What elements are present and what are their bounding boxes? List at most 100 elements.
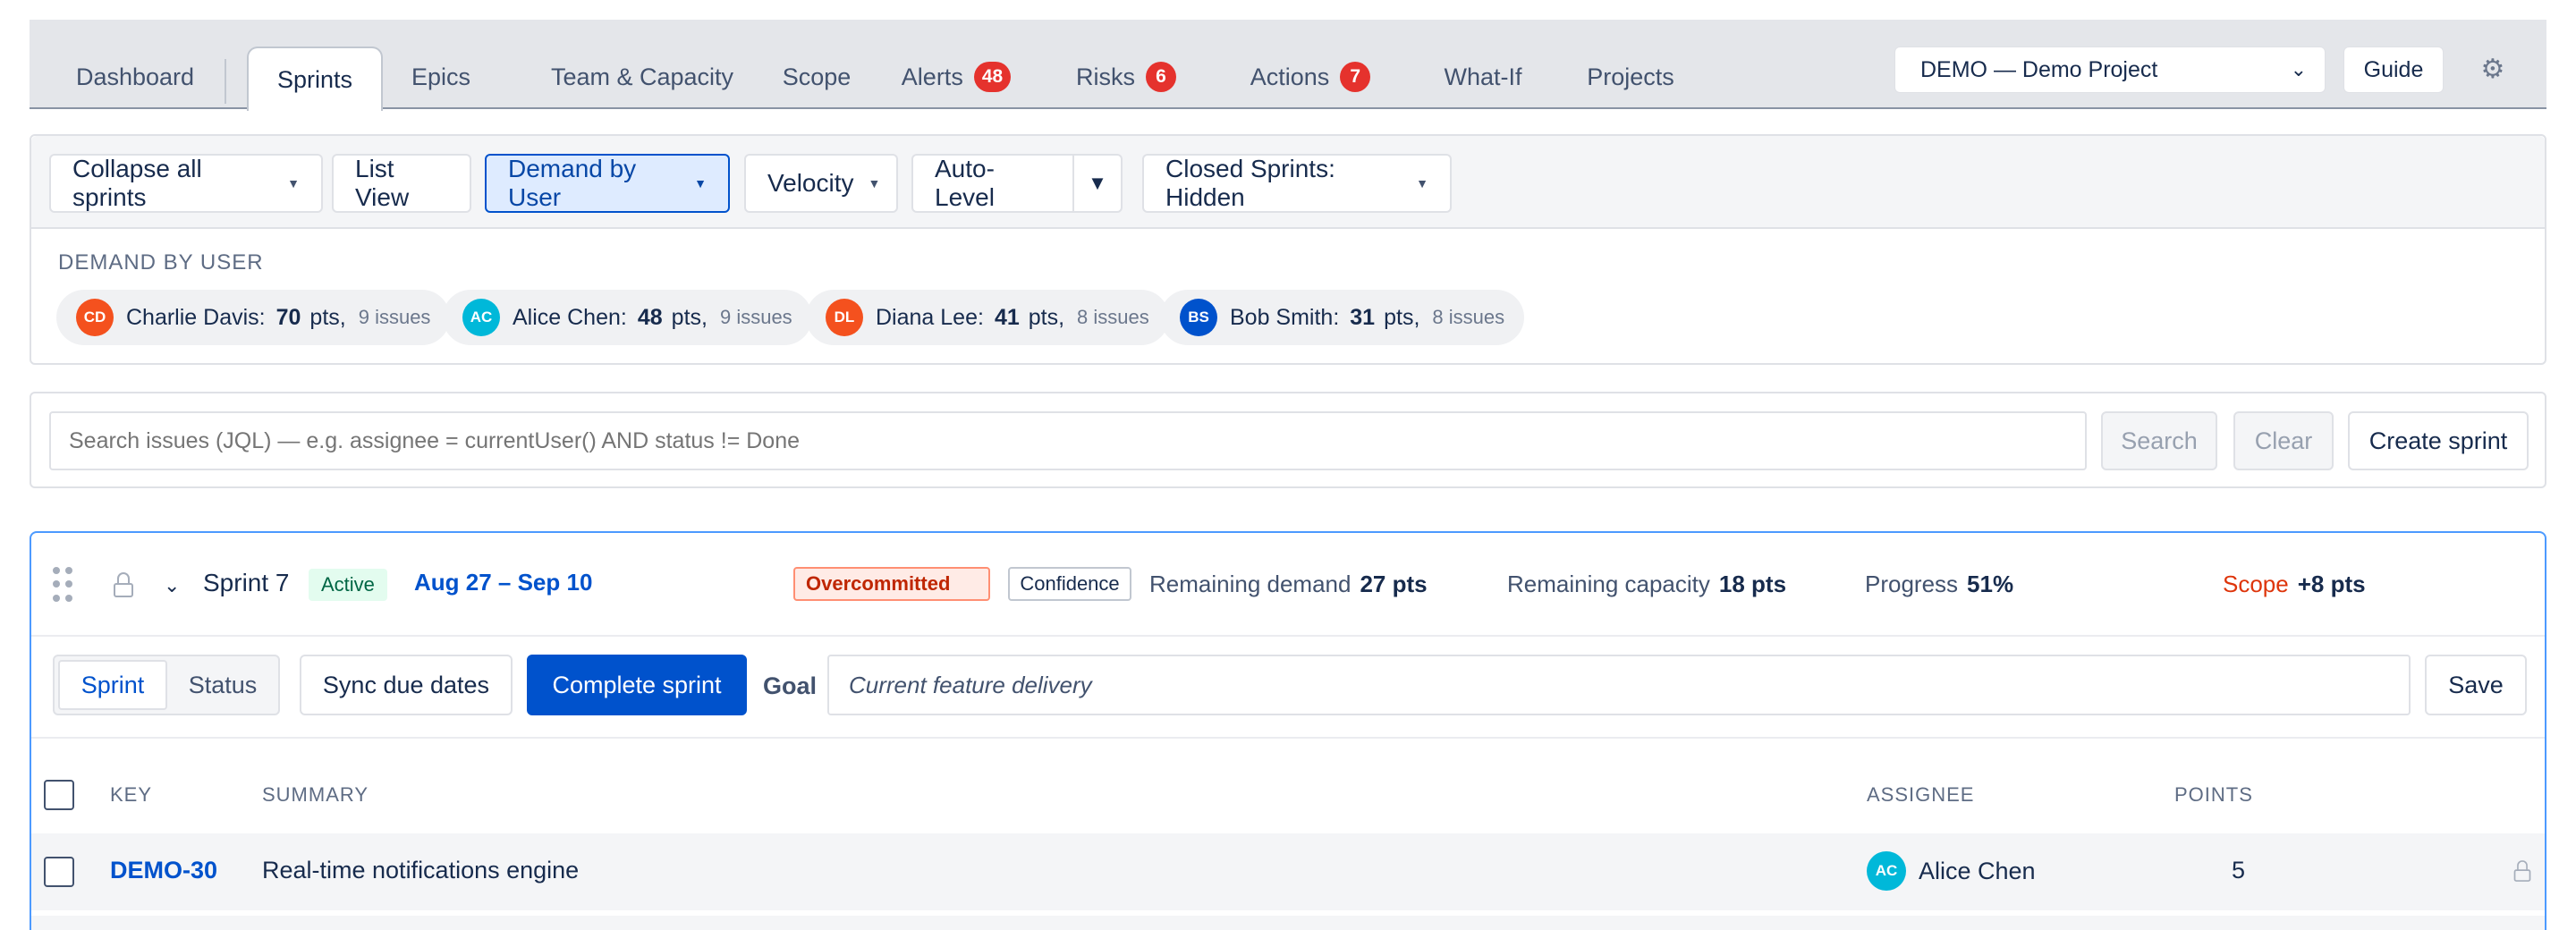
jql-search-input[interactable]: [49, 411, 2087, 470]
sync-label: Sync due dates: [322, 671, 490, 698]
user-name: Diana Lee:: [876, 304, 984, 330]
avatar: DL: [826, 299, 863, 336]
metric-label: Remaining capacity: [1507, 571, 1710, 597]
sync-due-dates-button[interactable]: Sync due dates: [300, 655, 513, 715]
guide-button[interactable]: Guide: [2343, 46, 2444, 93]
drag-handle-icon[interactable]: [53, 567, 72, 603]
issue-summary: Real-time notifications engine: [262, 857, 580, 884]
closed-sprints-dropdown[interactable]: Closed Sprints: Hidden ▼: [1142, 154, 1452, 213]
tab-risks[interactable]: Risks 6: [1055, 46, 1198, 107]
create-sprint-button[interactable]: Create sprint: [2348, 411, 2529, 470]
clear-button[interactable]: Clear: [2233, 411, 2334, 470]
gear-icon[interactable]: ⚙: [2476, 52, 2510, 86]
alerts-count-badge: 48: [973, 62, 1012, 92]
user-name: Alice Chen:: [513, 304, 627, 330]
list-view-button[interactable]: List View: [332, 154, 471, 213]
metric-value: 18 pts: [1718, 571, 1787, 597]
user-points: 31: [1350, 304, 1376, 330]
issue-assignee[interactable]: AC Alice Chen: [1867, 851, 2036, 891]
project-select[interactable]: DEMO — Demo Project ⌄: [1894, 46, 2326, 93]
guide-label: Guide: [2363, 56, 2424, 82]
sprint-view-option[interactable]: Sprint: [58, 660, 167, 710]
select-all-checkbox[interactable]: [44, 780, 74, 810]
user-points: 48: [637, 304, 663, 330]
metric-value: 27 pts: [1360, 571, 1428, 597]
confidence-button[interactable]: Confidence: [1008, 567, 1131, 601]
table-row[interactable]: DEMO-30 Real-time notifications engine A…: [31, 833, 2545, 910]
search-button[interactable]: Search: [2101, 411, 2217, 470]
tab-label: Scope: [782, 63, 852, 90]
tab-sprints[interactable]: Sprints: [247, 46, 383, 111]
user-name: Charlie Davis:: [126, 304, 266, 330]
row-checkbox[interactable]: [44, 857, 74, 887]
list-view-label: List View: [355, 155, 410, 211]
tab-divider: [225, 59, 226, 104]
user-demand-chip: AC Alice Chen: 48 pts, 9 issues: [443, 290, 812, 345]
lock-icon[interactable]: [2513, 860, 2531, 882]
tab-label: Dashboard: [75, 63, 195, 90]
save-label: Save: [2448, 671, 2504, 698]
lock-icon[interactable]: [114, 572, 133, 597]
closed-sprints-label: Closed Sprints: Hidden: [1165, 155, 1335, 211]
table-row[interactable]: [31, 916, 2545, 930]
actions-count-badge: 7: [1340, 62, 1371, 92]
metric-label: Progress: [1865, 571, 1959, 597]
save-goal-button[interactable]: Save: [2425, 655, 2527, 715]
caret-down-icon: ▼: [868, 176, 881, 190]
create-sprint-label: Create sprint: [2368, 427, 2508, 454]
collapse-sprints-dropdown[interactable]: Collapse all sprints ▼: [49, 154, 323, 213]
tab-label: Risks: [1076, 63, 1135, 90]
tab-alerts[interactable]: Alerts 48: [876, 46, 1037, 107]
tab-label: Sprints: [276, 65, 353, 93]
metric-label: Remaining demand: [1149, 571, 1352, 597]
tab-team-capacity[interactable]: Team & Capacity: [513, 46, 772, 107]
tab-label: Alerts: [901, 63, 963, 90]
demand-section-title: DEMAND BY USER: [58, 250, 264, 275]
velocity-dropdown[interactable]: Velocity ▼: [744, 154, 898, 213]
sprint-goal-input[interactable]: Current feature delivery: [827, 655, 2411, 715]
scope-change-metric: Scope +8 pts: [2223, 571, 2366, 598]
search-label: Search: [2121, 427, 2198, 454]
assignee-name: Alice Chen: [1919, 857, 2036, 884]
tab-scope[interactable]: Scope: [750, 46, 883, 107]
tab-label: Projects: [1587, 63, 1674, 90]
tab-actions[interactable]: Actions 7: [1221, 46, 1400, 107]
caret-down-icon: ▼: [287, 176, 300, 190]
tab-label: Actions: [1250, 63, 1330, 90]
sprint-header: ⌄ Sprint 7 Active Aug 27 – Sep 10 Overco…: [31, 533, 2545, 637]
tab-what-if[interactable]: What-If: [1407, 46, 1559, 107]
complete-sprint-button[interactable]: Complete sprint: [527, 655, 747, 715]
collapse-chevron-icon[interactable]: ⌄: [164, 574, 180, 597]
auto-level-button[interactable]: Auto-Level: [911, 154, 1074, 213]
sprint-status-badge: Active: [309, 569, 387, 601]
column-header-assignee[interactable]: ASSIGNEE: [1867, 783, 1974, 807]
option-label: Sprint: [80, 671, 145, 698]
option-label: Status: [188, 671, 258, 698]
tab-projects[interactable]: Projects: [1550, 46, 1711, 107]
column-header-summary[interactable]: SUMMARY: [262, 783, 369, 807]
points-unit: pts,: [671, 304, 708, 330]
demand-by-user-dropdown[interactable]: Demand by User ▼: [485, 154, 730, 213]
issue-points: 5: [2232, 857, 2246, 884]
issue-key-link[interactable]: DEMO-30: [110, 857, 217, 884]
overcommitted-badge: Overcommitted: [793, 567, 990, 601]
sprint-actions-bar: Sprint Status Sync due dates Complete sp…: [31, 637, 2545, 739]
view-controls-panel: Collapse all sprints ▼ List View Demand b…: [30, 134, 2546, 365]
tab-dashboard[interactable]: Dashboard: [56, 46, 214, 107]
column-header-key[interactable]: KEY: [110, 783, 152, 807]
complete-label: Complete sprint: [552, 671, 722, 698]
issue-count: 8 issues: [1077, 306, 1149, 328]
points-unit: pts,: [1028, 304, 1065, 330]
auto-level-menu-button[interactable]: ▼: [1072, 154, 1123, 213]
sprint-dates[interactable]: Aug 27 – Sep 10: [414, 569, 592, 596]
search-panel: Search Clear Create sprint: [30, 392, 2546, 488]
issue-count: 8 issues: [1432, 306, 1505, 328]
status-view-option[interactable]: Status: [169, 660, 276, 710]
caret-down-icon: ▼: [1088, 172, 1107, 194]
remaining-demand-metric: Remaining demand 27 pts: [1149, 571, 1428, 598]
tab-epics[interactable]: Epics: [398, 46, 484, 107]
auto-level-label: Auto-Level: [935, 155, 995, 211]
column-header-points[interactable]: POINTS: [2174, 783, 2253, 807]
clear-label: Clear: [2254, 427, 2313, 454]
metric-label: Scope: [2223, 571, 2289, 597]
